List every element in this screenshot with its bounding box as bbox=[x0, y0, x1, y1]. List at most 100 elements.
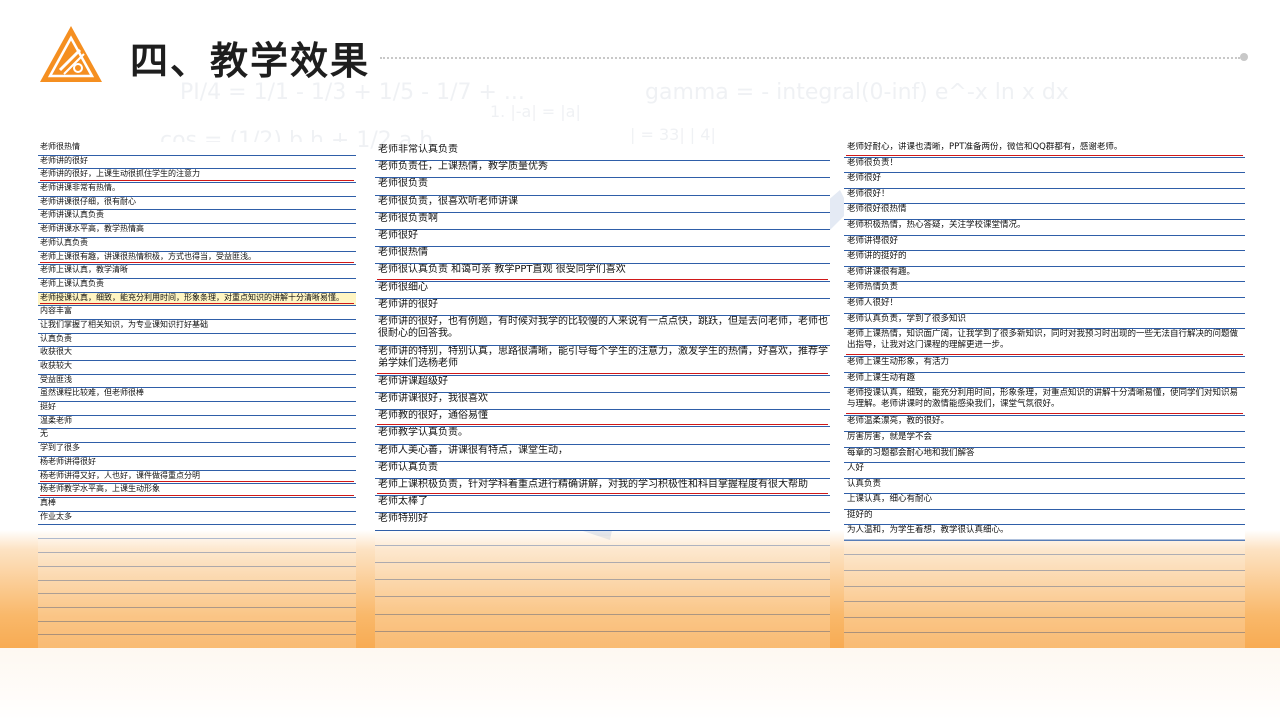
feedback-text: 老师很负责，很喜欢听老师讲课 bbox=[378, 195, 518, 207]
feedback-text: 老师上课认真负责 bbox=[40, 278, 104, 288]
reflection-list-2 bbox=[375, 536, 830, 648]
feedback-row: 收获较大 bbox=[38, 361, 356, 375]
feedback-row: 老师好耐心，讲课也清晰，PPT准备两份，微信和QQ群都有，感谢老师。 bbox=[844, 142, 1245, 158]
feedback-row: 老师讲的特别，特别认真，思路很清晰，能引导每个学生的注意力，激发学生的热情，好喜… bbox=[375, 346, 830, 376]
feedback-text: 老师积极热情，热心答疑，关注学校课堂情况。 bbox=[847, 219, 1026, 230]
feedback-text: 老师上课积极负责，针对学科着重点进行精确讲解，对我的学习积极性和科目掌握程度有很… bbox=[378, 479, 808, 490]
reflection-row bbox=[38, 593, 356, 607]
red-underline bbox=[377, 278, 828, 280]
feedback-row: 老师人很好！ bbox=[844, 298, 1245, 314]
red-underline bbox=[846, 154, 1243, 156]
reflection-row bbox=[375, 596, 830, 614]
feedback-text: 老师教学认真负责。 bbox=[378, 427, 468, 439]
title-divider-dot bbox=[1240, 53, 1248, 61]
feedback-row: 无 bbox=[38, 429, 356, 444]
formula-watermark: | = 33| | 4| bbox=[630, 125, 716, 144]
feedback-text: 老师上课很有趣，讲课很热情积极，方式也得当，受益匪浅。 bbox=[40, 251, 256, 261]
feedback-row: 虽然课程比较难，但老师很棒 bbox=[38, 388, 356, 403]
feedback-text: 老师讲课很好，我很喜欢 bbox=[378, 393, 488, 405]
reflection-row bbox=[38, 565, 356, 580]
feedback-row: 杨老师教学水平高，上课生动形象 bbox=[38, 484, 356, 498]
reflection-row bbox=[38, 552, 356, 566]
feedback-text: 上课认真，细心有耐心 bbox=[847, 494, 933, 505]
feedback-row: 挺好 bbox=[38, 402, 356, 416]
feedback-text: 老师讲课很有趣。 bbox=[847, 266, 916, 277]
feedback-text: 老师好耐心，讲课也清晰，PPT准备两份，微信和QQ群都有，感谢老师。 bbox=[847, 142, 1123, 152]
feedback-text: 让我们掌握了相关知识，为专业课知识打好基础 bbox=[40, 319, 208, 329]
feedback-row: 学到了很多 bbox=[38, 443, 356, 457]
feedback-text: 老师认真负责 bbox=[378, 461, 438, 473]
feedback-text: 老师认真负责 bbox=[40, 237, 88, 247]
feedback-text: 老师上课热情，知识面广阔，让我学到了很多新知识，同时对我预习时出现的一些无法自行… bbox=[847, 329, 1239, 350]
red-underline bbox=[40, 303, 354, 305]
reflection-row bbox=[375, 579, 830, 597]
reflection-list-1 bbox=[38, 536, 356, 648]
feedback-row: 杨老师讲得很好 bbox=[38, 457, 356, 471]
reflection-row bbox=[844, 570, 1245, 586]
reflection-row bbox=[844, 554, 1245, 571]
feedback-text: 老师讲的挺好的 bbox=[847, 251, 907, 262]
feedback-text: 老师讲课超级好 bbox=[378, 375, 448, 387]
feedback-text: 老师认真负责，学到了很多知识 bbox=[847, 313, 967, 324]
reflection-row bbox=[375, 544, 830, 563]
feedback-text: 老师教的很好，通俗易懂 bbox=[378, 410, 488, 422]
feedback-text: 老师讲的特别，特别认真，思路很清晰，能引导每个学生的注意力，激发学生的热情，好喜… bbox=[378, 345, 828, 370]
feedback-row: 认真负责 bbox=[38, 334, 356, 348]
reflection-row bbox=[844, 616, 1245, 633]
feedback-text: 老师很好！ bbox=[847, 188, 890, 199]
feedback-row: 老师上课很有趣，讲课很热情积极，方式也得当，受益匪浅。 bbox=[38, 252, 356, 266]
feedback-row: 收获很大 bbox=[38, 347, 356, 361]
feedback-text: 老师特别好 bbox=[378, 513, 428, 525]
feedback-text: 老师很负责！ bbox=[847, 157, 899, 168]
feedback-text: 老师负责任，上课热情，教学质量优秀 bbox=[378, 161, 548, 173]
reflection-row bbox=[375, 536, 830, 545]
feedback-text: 老师授课认真，细致，能充分利用时间，形象条理，对重点知识的讲解十分清晰易懂。 bbox=[40, 292, 344, 302]
feedback-row: 老师很负责，很喜欢听老师讲课 bbox=[375, 196, 830, 213]
feedback-row: 老师认真负责 bbox=[38, 238, 356, 252]
feedback-row: 老师讲的很好，也有例题，有时候对我学的比较慢的人来说有一点点快，跳跃，但是去问老… bbox=[375, 316, 830, 346]
feedback-row: 老师讲课很仔细，很有耐心 bbox=[38, 197, 356, 211]
feedback-text: 老师热情负责 bbox=[847, 282, 899, 293]
feedback-list-2: 老师非常认真负责 老师负责任，上课热情，教学质量优秀 老师很负责 老师很负责，很喜欢听… bbox=[375, 144, 830, 531]
feedback-text: 老师很负责 bbox=[378, 178, 428, 190]
feedback-text: 老师讲的很好 bbox=[40, 155, 88, 165]
feedback-row: 老师教学认真负责。 bbox=[375, 427, 830, 445]
feedback-text: 认真负责 bbox=[40, 333, 72, 343]
feedback-row: 老师上课积极负责，针对学科着重点进行精确讲解，对我的学习积极性和科目掌握程度有很… bbox=[375, 479, 830, 497]
feedback-row: 老师讲的很好，上课生动很抓住学生的注意力 bbox=[38, 169, 356, 184]
reflection-row bbox=[38, 606, 356, 621]
feedback-row: 每章的习题都会耐心地和我们解答 bbox=[844, 448, 1245, 464]
feedback-row: 老师讲的很好 bbox=[38, 156, 356, 170]
feedback-text: 厉害厉害，就是学不会 bbox=[847, 431, 933, 442]
feedback-text: 作业太多 bbox=[40, 511, 72, 521]
feedback-text: 老师上课认真，教学清晰 bbox=[40, 265, 128, 275]
feedback-text: 老师授课认真，细致，能充分利用时间，形象条理，对重点知识的讲解十分清晰易懂，使同… bbox=[847, 388, 1239, 409]
feedback-row: 老师上课热情，知识面广阔，让我学到了很多新知识，同时对我预习时出现的一些无法自行… bbox=[844, 329, 1245, 358]
feedback-text: 老师上课生动形象，有活力 bbox=[847, 357, 950, 368]
feedback-row: 让我们掌握了相关知识，为专业课知识打好基础 bbox=[38, 320, 356, 334]
feedback-row: 作业太多 bbox=[38, 512, 356, 526]
feedback-row: 上课认真，细心有耐心 bbox=[844, 494, 1245, 510]
logo-icon bbox=[40, 26, 102, 82]
reflection-row bbox=[38, 538, 356, 553]
feedback-row: 老师讲课很有趣。 bbox=[844, 267, 1245, 283]
feedback-text: 每章的习题都会耐心地和我们解答 bbox=[847, 447, 975, 458]
feedback-text: 真棒 bbox=[40, 497, 56, 507]
feedback-row: 受益匪浅 bbox=[38, 375, 356, 389]
feedback-text: 无 bbox=[40, 429, 48, 439]
feedback-row: 老师很好很热情 bbox=[844, 204, 1245, 220]
red-underline bbox=[40, 494, 354, 496]
feedback-row: 老师上课生动形象，有活力 bbox=[844, 357, 1245, 373]
reflection-row bbox=[375, 630, 830, 648]
feedback-text: 老师太棒了 bbox=[378, 496, 428, 508]
feedback-row: 老师热情负责 bbox=[844, 282, 1245, 298]
feedback-text: 老师讲课水平高，教学热情高 bbox=[40, 224, 144, 234]
reflection-row bbox=[375, 613, 830, 631]
feedback-row: 老师讲课很好，我很喜欢 bbox=[375, 393, 830, 411]
reflection-row bbox=[375, 562, 830, 580]
feedback-text: 认真负责 bbox=[847, 478, 882, 489]
feedback-row: 老师负责任，上课热情，教学质量优秀 bbox=[375, 161, 830, 179]
feedback-row: 老师讲的挺好的 bbox=[844, 251, 1245, 267]
feedback-row: 老师授课认真，细致，能充分利用时间，形象条理，对重点知识的讲解十分清晰易懂。 bbox=[38, 292, 356, 307]
feedback-row: 老师太棒了 bbox=[375, 496, 830, 514]
